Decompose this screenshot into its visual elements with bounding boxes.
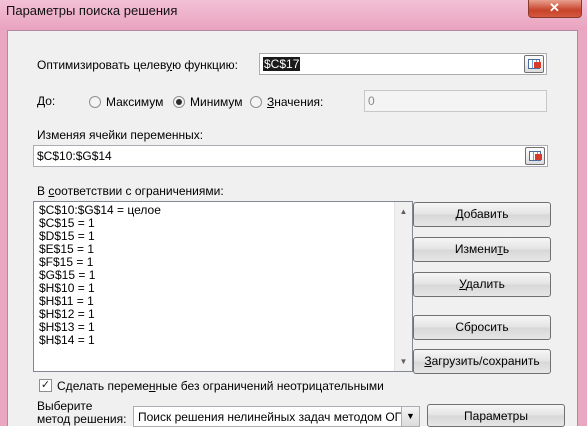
nonnegative-label: Сделать переменные без ограничений неотр…: [57, 379, 384, 393]
objective-label: Оптимизировать целевую функцию:: [37, 58, 238, 72]
load-save-button[interactable]: Загрузить/сохранить: [413, 349, 551, 374]
method-select[interactable]: Поиск решения нелинейных задач методом О…: [133, 406, 420, 427]
chevron-down-icon[interactable]: ▼: [401, 407, 419, 426]
variables-label: Изменяя ячейки переменных:: [37, 128, 204, 142]
constraint-item[interactable]: $H$14 = 1: [39, 334, 161, 347]
constraints-list[interactable]: $C$10:$G$14 = целое $C$15 = 1 $D$15 = 1 $E$…: [33, 201, 413, 372]
method-label: Выберите метод решения:: [37, 399, 127, 426]
scroll-down-icon[interactable]: ▼: [395, 355, 412, 369]
value-of-text: 0: [368, 94, 375, 108]
goal-label: До:: [37, 94, 56, 108]
variables-input[interactable]: $C$10:$G$14: [33, 145, 548, 167]
variables-cell-picker-icon[interactable]: [525, 147, 545, 165]
delete-button[interactable]: Удалить: [413, 272, 551, 297]
radio-value-label: Значения:: [267, 95, 324, 109]
constraints-items: $C$10:$G$14 = целое $C$15 = 1 $D$15 = 1 $E$…: [39, 204, 161, 347]
objective-input[interactable]: $C$17: [259, 53, 547, 75]
objective-value: $C$17: [263, 57, 301, 71]
method-selected: Поиск решения нелинейных задач методом О…: [138, 410, 410, 424]
close-button[interactable]: ✕: [528, 0, 582, 18]
objective-cell-picker-icon[interactable]: [524, 55, 544, 73]
solver-dialog: Параметры поиска решения ✕ Оптимизироват…: [0, 0, 587, 427]
variables-value: $C$10:$G$14: [37, 149, 112, 163]
close-icon: ✕: [549, 0, 560, 15]
add-button[interactable]: Добавить: [413, 202, 551, 227]
value-of-input[interactable]: 0: [364, 90, 547, 112]
check-icon: ✓: [40, 379, 51, 391]
radio-min-label: Минимум: [190, 95, 243, 109]
reset-button[interactable]: Сбросить: [413, 315, 551, 340]
parameters-button[interactable]: Параметры: [427, 404, 565, 427]
radio-max[interactable]: [89, 96, 101, 108]
nonnegative-checkbox[interactable]: ✓: [39, 379, 52, 392]
radio-max-label: Максимум: [106, 95, 164, 109]
title-bar: Параметры поиска решения ✕: [0, 0, 587, 30]
change-button[interactable]: Изменить: [413, 237, 551, 262]
scroll-up-icon[interactable]: ▲: [395, 205, 412, 219]
constraints-scrollbar[interactable]: ▲ ▼: [394, 202, 412, 371]
dialog-body: Оптимизировать целевую функцию: $C$17 До…: [7, 30, 578, 427]
radio-value[interactable]: [250, 96, 262, 108]
radio-min[interactable]: [173, 96, 185, 108]
constraints-label: В соответствии с ограничениями:: [37, 184, 224, 198]
window-title: Параметры поиска решения: [6, 3, 178, 18]
